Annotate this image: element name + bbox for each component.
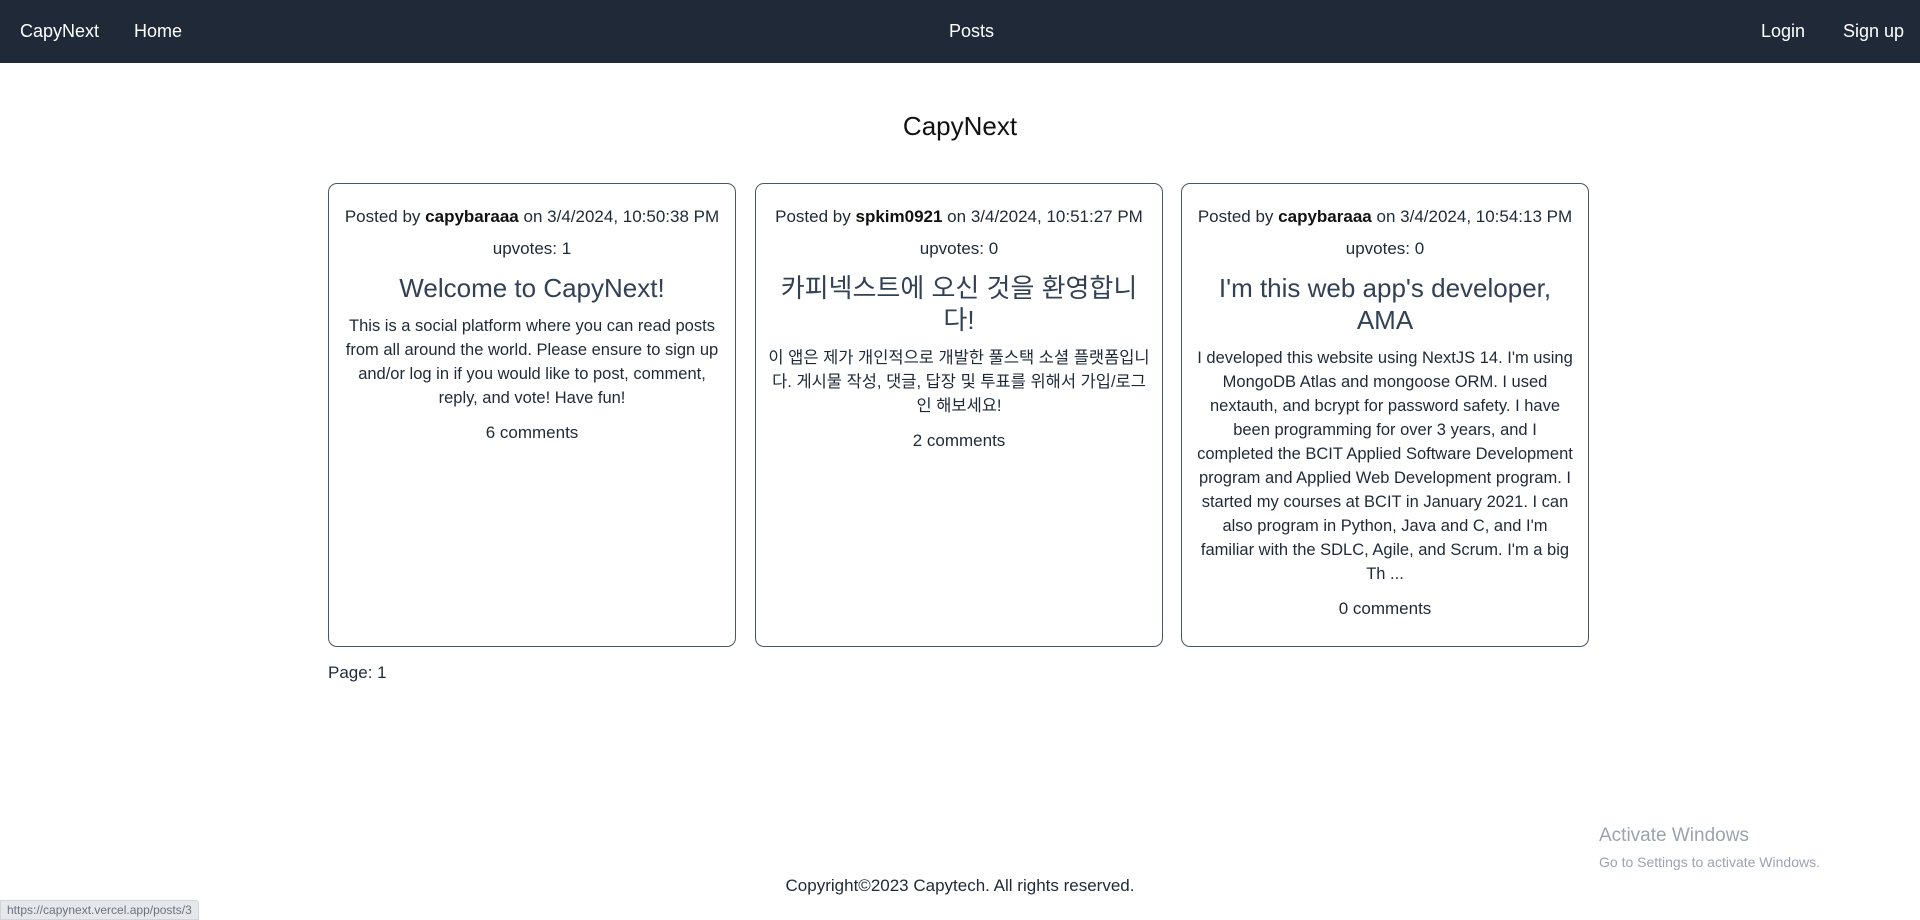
watermark-subtitle: Go to Settings to activate Windows. xyxy=(1599,854,1820,870)
post-meta: Posted by capybaraaa on 3/4/2024, 10:50:… xyxy=(341,206,723,228)
post-card[interactable]: Posted by capybaraaa on 3/4/2024, 10:54:… xyxy=(1181,183,1589,647)
brand-link[interactable]: CapyNext xyxy=(20,0,99,63)
posted-by-label: Posted by xyxy=(1197,207,1274,226)
post-card[interactable]: Posted by spkim0921 on 3/4/2024, 10:51:2… xyxy=(755,183,1163,647)
comment-count[interactable]: 0 comments xyxy=(1194,598,1576,620)
post-meta: Posted by capybaraaa on 3/4/2024, 10:54:… xyxy=(1194,206,1576,228)
post-card[interactable]: Posted by capybaraaa on 3/4/2024, 10:50:… xyxy=(328,183,736,647)
comment-count[interactable]: 6 comments xyxy=(341,422,723,444)
comment-count[interactable]: 2 comments xyxy=(768,430,1150,452)
post-date: 3/4/2024, 10:50:38 PM xyxy=(547,207,720,226)
upvote-count: upvotes: 0 xyxy=(919,239,999,258)
upvote-count: upvotes: 1 xyxy=(492,239,572,258)
post-title[interactable]: Welcome to CapyNext! xyxy=(341,272,723,304)
on-label: on xyxy=(1376,207,1396,226)
on-label: on xyxy=(523,207,543,226)
posted-by-label: Posted by xyxy=(775,207,851,226)
post-date: 3/4/2024, 10:51:27 PM xyxy=(970,207,1143,226)
nav-posts-link[interactable]: Posts xyxy=(949,0,994,63)
footer-copyright: Copyright©2023 Capytech. All rights rese… xyxy=(785,876,1135,895)
signup-link[interactable]: Sign up xyxy=(1843,0,1904,63)
post-author: spkim0921 xyxy=(855,207,943,226)
nav-home-link[interactable]: Home xyxy=(134,0,182,63)
post-title[interactable]: 카피넥스트에 오신 것을 환영합니다! xyxy=(768,272,1150,336)
post-body: I developed this website using NextJS 14… xyxy=(1197,349,1573,583)
watermark-title: Activate Windows xyxy=(1599,825,1749,846)
upvote-count: upvotes: 0 xyxy=(1345,239,1425,258)
link-status-bar: https://capynext.vercel.app/posts/3 xyxy=(0,900,199,920)
page-title: CapyNext xyxy=(902,111,1018,141)
post-body: 이 앱은 제가 개인적으로 개발한 풀스택 소셜 플랫폼입니다. 게시물 작성,… xyxy=(768,349,1150,415)
post-author: capybaraaa xyxy=(425,207,519,226)
top-navbar: CapyNext Home Posts Login Sign up xyxy=(0,0,1920,63)
posted-by-label: Posted by xyxy=(344,207,421,226)
login-link[interactable]: Login xyxy=(1761,0,1805,63)
on-label: on xyxy=(947,207,967,226)
windows-activation-watermark: Activate Windows Go to Settings to activ… xyxy=(1599,824,1820,872)
post-body: This is a social platform where you can … xyxy=(345,317,719,407)
post-author: capybaraaa xyxy=(1278,207,1372,226)
post-meta: Posted by spkim0921 on 3/4/2024, 10:51:2… xyxy=(768,206,1150,228)
post-title[interactable]: I'm this web app's developer, AMA xyxy=(1194,272,1576,336)
post-date: 3/4/2024, 10:54:13 PM xyxy=(1400,207,1573,226)
page-indicator: Page: 1 xyxy=(328,663,387,682)
